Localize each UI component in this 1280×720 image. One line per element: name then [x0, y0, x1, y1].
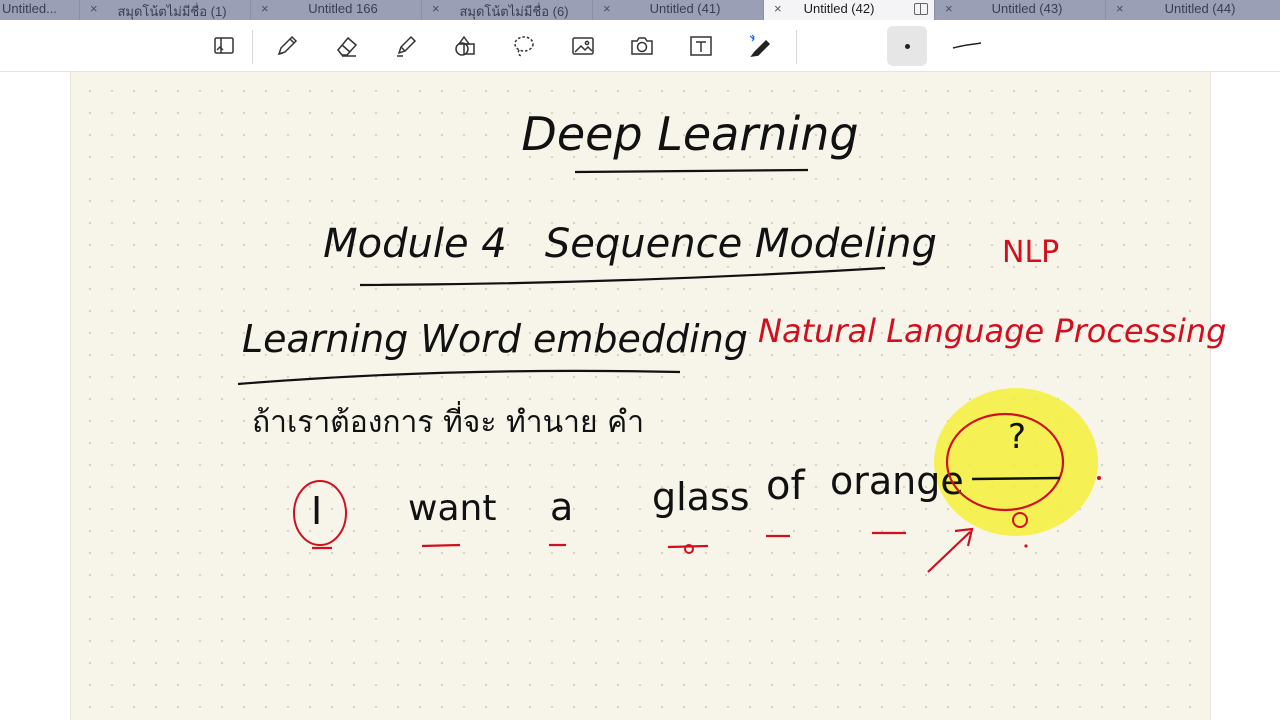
toolbar-divider [252, 30, 253, 64]
reader-tool[interactable] [209, 32, 239, 60]
stroke-wave-icon [952, 42, 982, 49]
tab-1-label: สมุดโน้ตไม่มีชื่อ (1) [117, 4, 227, 19]
pen-size-button[interactable] [887, 26, 927, 66]
tab-5-label: Untitled (42) [803, 1, 875, 16]
toolbar [0, 20, 1280, 72]
tab-7-label: Untitled (44) [1164, 1, 1236, 16]
tab-3[interactable]: × สมุดโน้ตไม่มีชื่อ (6) [422, 0, 593, 20]
tab-4-label: Untitled (41) [649, 1, 721, 16]
tab-2[interactable]: × Untitled 166 [251, 0, 422, 20]
tab-1[interactable]: × สมุดโน้ตไม่มีชื่อ (1) [80, 0, 251, 20]
tab-0[interactable]: Untitled... [0, 0, 80, 20]
reader-icon [214, 37, 234, 54]
eraser-icon [337, 36, 358, 57]
lasso-icon [514, 36, 534, 57]
bluetooth-pen-tool[interactable] [745, 32, 775, 60]
tab-bar: Untitled... × สมุดโน้ตไม่มีชื่อ (1) × Un… [0, 0, 1280, 20]
tab-3-label: สมุดโน้ตไม่มีชื่อ (6) [459, 4, 569, 19]
tab-2-label: Untitled 166 [308, 1, 378, 16]
note-page[interactable] [70, 72, 1211, 720]
highlighter-tool[interactable] [391, 32, 421, 60]
lasso-tool[interactable] [509, 32, 539, 60]
camera-icon [631, 37, 653, 55]
canvas-workspace[interactable]: Deep Learning Module 4 Sequence Modeling… [0, 72, 1280, 720]
tab-0-label: Untitled... [2, 1, 57, 16]
stroke-style-button[interactable] [950, 32, 984, 60]
highlighter-icon [397, 35, 417, 57]
bluetooth-pen-icon [749, 34, 771, 58]
tab-4[interactable]: × Untitled (41) [593, 0, 764, 20]
split-view-icon[interactable] [914, 3, 928, 15]
eraser-tool[interactable] [332, 32, 362, 60]
pen-size-dot-icon [904, 43, 910, 49]
image-icon [572, 37, 594, 55]
pen-tool[interactable] [272, 32, 302, 60]
text-box-icon [690, 36, 712, 56]
shapes-tool[interactable] [450, 32, 480, 60]
text-tool[interactable] [686, 32, 716, 60]
tab-5-active[interactable]: × Untitled (42) [764, 0, 935, 20]
pen-icon [277, 35, 298, 56]
tab-6-label: Untitled (43) [991, 1, 1063, 16]
tab-7[interactable]: × Untitled (44) [1106, 0, 1280, 20]
shapes-icon [455, 35, 475, 56]
toolbar-divider [796, 30, 797, 64]
camera-tool[interactable] [627, 32, 657, 60]
image-tool[interactable] [568, 32, 598, 60]
tab-6[interactable]: × Untitled (43) [935, 0, 1106, 20]
